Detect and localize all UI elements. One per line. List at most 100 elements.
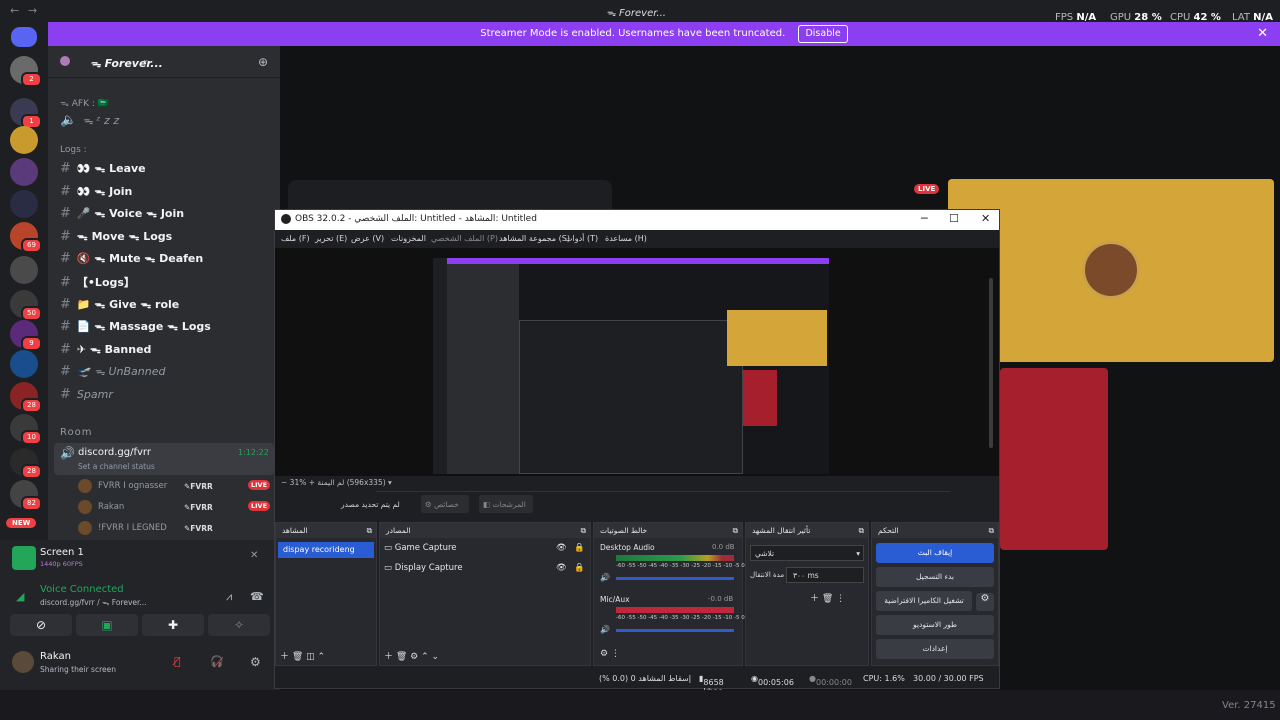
server-icon[interactable] xyxy=(10,190,38,218)
server-icon[interactable]: 82 xyxy=(10,480,42,511)
screen-share-button[interactable]: ▣ xyxy=(76,614,138,636)
preview-scrollbar[interactable] xyxy=(989,278,993,448)
menu-item[interactable]: عرض (V) xyxy=(351,234,384,243)
studio-mode-button[interactable]: طور الاستوديو xyxy=(876,615,994,635)
close-icon[interactable]: ✕ xyxy=(250,550,258,561)
text-channel[interactable]: # ᯓ Move ᯓ Logs xyxy=(60,229,172,244)
text-channel[interactable]: # Spamr xyxy=(60,387,113,402)
server-icon[interactable]: 28 xyxy=(10,448,42,479)
text-channel[interactable]: # 👀 ᯓ Leave xyxy=(60,161,146,176)
source-item[interactable]: ▭ Display Capture 👁 🔒 xyxy=(384,563,585,573)
unread-badge: 9 xyxy=(21,336,42,351)
afk-category[interactable]: ᯓ AFK : 🇸🇦 xyxy=(60,96,109,109)
bitrate: ▮ 8658 kbps xyxy=(699,674,724,696)
text-channel[interactable]: # ✈ ᯓ Banned xyxy=(60,342,151,357)
server-icon[interactable]: 1 xyxy=(10,98,42,129)
camera-off-button[interactable]: ⊘ xyxy=(10,614,72,636)
preview-channels xyxy=(447,264,519,474)
voice-channel-room[interactable]: 🔊 discord.gg/fvrr 1:12:22 Set a channel … xyxy=(54,443,274,475)
mic-slider[interactable] xyxy=(616,629,734,632)
gear-icon[interactable]: ⚙ xyxy=(250,655,261,669)
avatar[interactable] xyxy=(12,651,34,673)
desktop-audio-slider[interactable] xyxy=(616,577,734,580)
channel-status-hint[interactable]: Set a channel status xyxy=(78,462,155,471)
source-item[interactable]: ▭ Game Capture 👁 🔒 xyxy=(384,543,585,553)
server-icon[interactable] xyxy=(10,256,38,284)
text-channel[interactable]: # 🛫 ᯓ UnBanned xyxy=(60,364,165,379)
mixer-settings-icon[interactable]: ⚙ ⋮ xyxy=(600,649,620,659)
speaker-icon[interactable]: 🔊 xyxy=(600,573,610,582)
server-icon[interactable] xyxy=(10,350,38,378)
server-header[interactable]: ᯓ Forever... ⌄ ⊕ xyxy=(48,46,280,78)
back-arrow-icon[interactable]: ← xyxy=(10,4,19,17)
close-icon[interactable]: ✕ xyxy=(1257,22,1268,46)
afk-voice-channel[interactable]: 🔈 ᯓ ᶻ z z xyxy=(60,113,119,128)
obs-window: OBS 32.0.2 - الملف الشخصي: Untitled - ال… xyxy=(274,209,1000,696)
server-icon[interactable] xyxy=(10,158,38,186)
voice-connected[interactable]: Voice Connected xyxy=(40,584,124,595)
menu-item[interactable]: المخزونات xyxy=(391,234,426,243)
menu-item[interactable]: مجموعة المشاهد (S) xyxy=(499,234,570,243)
transition-toolbar-icons[interactable]: ＋ 🗑 ⋮ xyxy=(810,591,845,604)
virtual-camera-button[interactable]: تشغيل الكاميرا الافتراضية xyxy=(876,591,972,611)
text-channel[interactable]: # 📁 ᯓ Give ᯓ role xyxy=(60,297,179,312)
disable-button[interactable]: Disable xyxy=(798,25,848,43)
voice-user[interactable]: FVRR I ognasser ✎FVRR LIVE xyxy=(78,479,271,495)
logs-category[interactable]: Logs : xyxy=(60,145,87,155)
obs-preview[interactable]: − 31% + لم اليمنة (596x335) ▾ xyxy=(275,248,999,495)
voice-user-name: !FVRR I LEGNED xyxy=(98,523,167,533)
voice-user[interactable]: !FVRR I LEGNED ✎FVRR xyxy=(78,521,270,537)
duration-input[interactable]: ٣٠٠ ms xyxy=(786,567,864,583)
menu-item[interactable]: ملف (F) xyxy=(281,234,310,243)
server-icon[interactable] xyxy=(10,126,38,154)
text-channel[interactable]: # 👀 ᯓ Join xyxy=(60,184,132,199)
user-name[interactable]: Rakan xyxy=(40,651,71,662)
deafen-icon[interactable]: 🎧̸ xyxy=(210,655,224,668)
voice-user[interactable]: Rakan ✎FVRR LIVE xyxy=(78,500,271,516)
forward-arrow-icon[interactable]: → xyxy=(28,4,37,17)
activities-button[interactable]: ✚ xyxy=(142,614,204,636)
text-channel[interactable]: # 🔇 ᯓ Mute ᯓ Deafen xyxy=(60,251,203,266)
close-icon[interactable]: ✕ xyxy=(981,212,990,225)
room-category[interactable]: Room xyxy=(60,427,92,438)
server-icon[interactable]: 28 xyxy=(10,382,42,413)
server-icon[interactable]: 10 xyxy=(10,414,42,445)
server-icon[interactable]: 2 xyxy=(10,56,42,87)
preview-zoom[interactable]: − 31% + لم اليمنة (596x335) ▾ xyxy=(281,478,392,487)
scene-item[interactable]: dispay recorideng xyxy=(278,542,374,558)
text-channel[interactable]: # 🎤 ᯓ Voice ᯓ Join xyxy=(60,206,184,221)
mic-muted-icon[interactable]: 🎙̸ xyxy=(174,655,181,668)
participant-tile-red[interactable] xyxy=(1000,368,1108,550)
add-user-icon[interactable]: ⊕ xyxy=(258,55,268,69)
filters-button[interactable]: ◧ المرشحات xyxy=(479,495,533,513)
voice-path[interactable]: discord.gg/fvrr / ᯓ Forever... xyxy=(40,598,147,608)
maximize-icon[interactable]: ☐ xyxy=(949,212,959,225)
menu-item[interactable]: الملف الشخصي (P) xyxy=(431,234,498,243)
desktop-audio-db: 0.0 dB xyxy=(712,543,735,551)
hashtag-icon: # xyxy=(60,228,71,244)
server-icon[interactable]: 9 xyxy=(10,320,42,351)
minimize-icon[interactable]: ─ xyxy=(921,212,928,225)
meter-scale: -60 -55 -50 -45 -40 -35 -30 -25 -20 -15 … xyxy=(616,615,745,621)
menu-item[interactable]: تحرير (E) xyxy=(315,234,347,243)
properties-button[interactable]: ⚙ خصائص xyxy=(421,495,469,513)
speaker-icon[interactable]: 🔊 xyxy=(600,625,610,634)
text-channel[interactable]: # 【•Logs】 xyxy=(60,274,135,290)
stop-stream-button[interactable]: إيقاف البث xyxy=(876,543,994,563)
noise-icon[interactable]: ⩘ xyxy=(226,590,232,604)
menu-item[interactable]: أدوات (T) xyxy=(565,234,598,243)
scene-toolbar-icons[interactable]: ＋ 🗑 ◫ ⌃ xyxy=(280,649,325,662)
discord-home-icon[interactable] xyxy=(11,27,37,47)
server-icon[interactable]: 50 xyxy=(10,290,42,321)
text-channel[interactable]: # 📄 ᯓ Massage ᯓ Logs xyxy=(60,319,211,334)
menu-item[interactable]: مساعدة (H) xyxy=(605,234,647,243)
settings-button[interactable]: إعدادات xyxy=(876,639,994,659)
start-recording-button[interactable]: بدء التسجيل xyxy=(876,567,994,587)
soundboard-button[interactable]: ✧ xyxy=(208,614,270,636)
disconnect-icon[interactable]: ☎ xyxy=(250,590,264,603)
server-icon[interactable]: 69 xyxy=(10,222,42,253)
gear-icon[interactable]: ⚙ xyxy=(976,593,994,611)
source-toolbar-icons[interactable]: ＋ 🗑 ⚙ ⌃ ⌄ xyxy=(384,649,439,662)
transition-select[interactable]: تلاشي ▾ xyxy=(750,545,864,561)
unread-badge: 69 xyxy=(21,238,42,253)
